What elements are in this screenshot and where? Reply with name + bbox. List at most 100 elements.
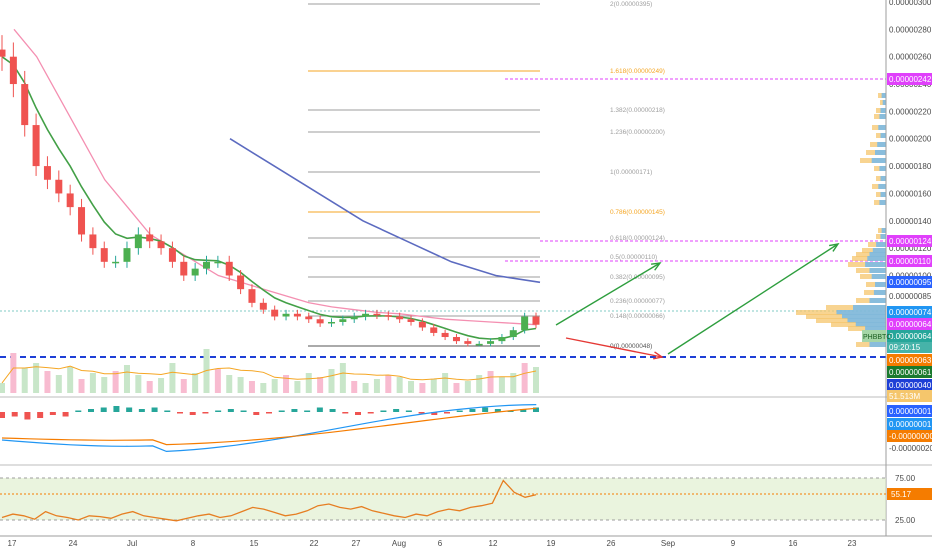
fib-label: 0.5(0.00000110) (610, 254, 657, 261)
macd-histogram-bar (0, 412, 5, 418)
volume-bar (226, 375, 233, 393)
volume-profile-bar (876, 242, 886, 247)
candle (396, 316, 404, 320)
price-tag-label: 0.00000242 (889, 75, 932, 84)
macd-histogram-bar (266, 412, 272, 414)
fib-label: 0.148(0.00000066) (610, 313, 665, 320)
candle (327, 321, 335, 324)
macd-histogram-bar (304, 410, 311, 412)
y-tick-label: 0.00000300 (889, 0, 932, 7)
y-tick-label: 0.00000280 (889, 25, 932, 34)
price-tag-label: 0.00000064 (889, 320, 932, 329)
macd-tag-label: 0.00000001 (889, 407, 932, 416)
candle (259, 302, 267, 310)
volume-profile-bar (865, 262, 886, 267)
macd-signal-line (1, 407, 537, 446)
x-tick-label: Sep (661, 539, 676, 548)
x-tick-label: 6 (438, 539, 443, 548)
candle (521, 316, 529, 331)
candle (100, 248, 108, 262)
volume-profile-bar (880, 176, 886, 181)
x-tick-label: Aug (392, 539, 406, 548)
macd-histogram-bar (469, 409, 476, 412)
price-tag-label: 0.00000095 (889, 278, 932, 287)
candle (55, 179, 63, 194)
volume-bar (67, 367, 74, 393)
fib-label: 2(0.00000395) (610, 1, 652, 8)
candle (430, 327, 438, 333)
fib-label: 1.236(0.00000200) (610, 129, 665, 136)
macd-histogram-bar (24, 412, 31, 420)
candle (464, 341, 472, 344)
volume-profile-bar (873, 290, 886, 295)
x-tick-label: 26 (607, 539, 616, 548)
macd-histogram-bar (177, 412, 183, 414)
volume-profile-bar (878, 184, 886, 189)
volume-bar (339, 363, 346, 393)
candle (418, 321, 426, 328)
volume-bar (294, 381, 301, 393)
price-tag-label: 0.00000061 (889, 368, 932, 377)
candle (475, 343, 483, 346)
volume-bar (317, 377, 324, 393)
macd-tag-label: 0.00000001 (889, 420, 932, 429)
macd-histogram-bar (100, 407, 107, 412)
x-tick-label: 9 (731, 539, 736, 548)
fib-label: 1.618(0.00000249) (610, 68, 665, 75)
volume-profile-bar (877, 142, 886, 147)
macd-histogram-bar (240, 410, 247, 412)
volume-bar (521, 363, 528, 393)
candle (89, 234, 97, 249)
volume-profile-bar (875, 150, 886, 155)
fib-label: 0.236(0.00000077) (610, 298, 665, 305)
macd-tag-label: -0.00000000 (889, 432, 932, 441)
rsi-tag-label: 55.17 (891, 490, 912, 499)
volume-bar (373, 379, 380, 393)
volume-bar (169, 363, 176, 393)
volume-profile-bar (880, 192, 886, 197)
macd-histogram-bar (342, 412, 349, 414)
volume-bar (260, 383, 267, 393)
volume-bar (419, 383, 426, 393)
x-tick-label: Jul (127, 539, 137, 548)
price-tag-label: 0.00000124 (889, 237, 932, 246)
candle (305, 316, 313, 320)
candle (168, 248, 176, 262)
price-tag-label: 0.00000064 (889, 332, 932, 341)
candle (214, 261, 222, 264)
macd-histogram-bar (62, 412, 69, 417)
volume-bar (396, 377, 403, 393)
macd-histogram-bar (151, 407, 158, 412)
volume-bar (135, 375, 142, 393)
x-tick-label: 23 (848, 539, 857, 548)
volume-bar (453, 383, 460, 393)
rsi-upper-label: 75.00 (895, 474, 916, 483)
candle (112, 261, 120, 264)
candle (237, 275, 245, 290)
x-tick-label: 15 (250, 539, 259, 548)
macd-axis-label: -0.00000020 (889, 444, 932, 453)
fib-label: 0.382(0.00000095) (610, 274, 665, 281)
volume-profile-bar (880, 133, 886, 138)
candle (373, 313, 381, 316)
volume-profile-bar (881, 228, 886, 233)
y-tick-label: 0.00000180 (889, 162, 932, 171)
candle (191, 268, 199, 276)
macd-histogram-bar (482, 407, 489, 412)
macd-histogram-bar (444, 412, 450, 414)
price-tag-label: 0.00000063 (889, 356, 932, 365)
macd-histogram-bar (164, 410, 171, 412)
candle (225, 261, 233, 276)
macd-histogram-bar (126, 407, 133, 412)
volume-bar (112, 371, 119, 393)
candle (78, 207, 86, 235)
y-tick-label: 0.00000200 (889, 135, 932, 144)
macd-histogram-bar (75, 410, 82, 412)
x-tick-label: 27 (352, 539, 361, 548)
y-tick-label: 0.00000085 (889, 292, 932, 301)
macd-histogram-bar (380, 410, 387, 412)
volume-profile-bar (878, 125, 886, 130)
instrument-label: PHBBTC (863, 334, 891, 341)
volume-profile-bar (879, 200, 886, 205)
candle (339, 319, 347, 322)
